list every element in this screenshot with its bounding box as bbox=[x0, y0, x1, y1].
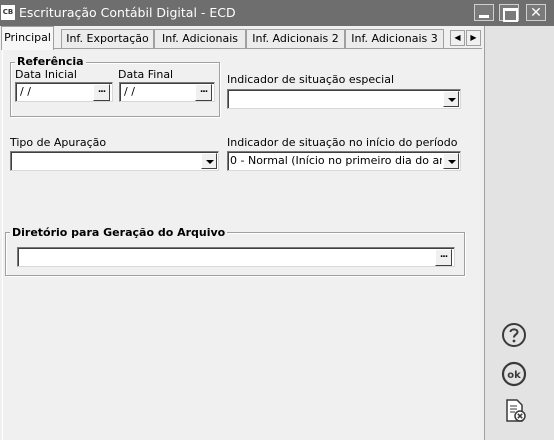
tab-principal[interactable]: Principal bbox=[1, 26, 54, 50]
indicador-especial-select[interactable] bbox=[227, 89, 461, 109]
svg-text:ok: ok bbox=[507, 370, 521, 381]
diretorio-legend: Diretório para Geração do Arquivo bbox=[10, 226, 228, 239]
data-final-field[interactable]: / / ... bbox=[119, 82, 215, 102]
data-inicial-picker-button[interactable]: ... bbox=[93, 84, 110, 101]
chevron-down-icon[interactable] bbox=[443, 91, 459, 107]
referencia-legend: Referência bbox=[15, 55, 86, 68]
minimize-button[interactable] bbox=[474, 4, 494, 21]
diretorio-browse-button[interactable]: ... bbox=[435, 249, 452, 266]
chevron-down-icon[interactable] bbox=[201, 153, 217, 169]
chevron-down-icon[interactable] bbox=[443, 153, 459, 169]
tab-inf-adicionais[interactable]: Inf. Adicionais bbox=[154, 29, 246, 49]
tab-inf-exportacao[interactable]: Inf. Exportação bbox=[61, 29, 154, 49]
data-inicial-value: / / bbox=[20, 85, 31, 98]
tipo-apuracao-select[interactable] bbox=[10, 151, 219, 171]
chevron-right-icon: ▶ bbox=[470, 33, 477, 42]
ok-icon[interactable]: ok bbox=[501, 361, 527, 387]
indicador-especial-label: Indicador de situação especial bbox=[227, 73, 394, 86]
data-final-picker-button[interactable]: ... bbox=[195, 84, 212, 101]
indicador-inicio-label: Indicador de situação no início do perío… bbox=[227, 136, 458, 149]
tipo-apuracao-label: Tipo de Apuração bbox=[10, 136, 107, 149]
window-title: Escrituração Contábil Digital - ECD bbox=[19, 5, 236, 20]
tab-inf-adicionais-2[interactable]: Inf. Adicionais 2 bbox=[246, 29, 345, 49]
close-icon: ✕ bbox=[530, 5, 542, 21]
tab-scroll-right-button[interactable]: ▶ bbox=[466, 30, 481, 46]
window: CB Escrituração Contábil Digital - ECD ✕… bbox=[0, 0, 554, 440]
cancel-document-icon[interactable] bbox=[502, 398, 528, 424]
close-button[interactable]: ✕ bbox=[526, 4, 546, 21]
tab-scroll-left-button[interactable]: ◀ bbox=[450, 30, 465, 46]
data-final-label: Data Final bbox=[118, 68, 174, 81]
app-icon: CB bbox=[1, 5, 15, 20]
tab-strip: Inf. Exportação Inf. Adicionais Inf. Adi… bbox=[0, 26, 484, 50]
maximize-button[interactable] bbox=[499, 4, 519, 22]
chevron-left-icon: ◀ bbox=[454, 33, 461, 42]
tab-inf-adicionais-3[interactable]: Inf. Adicionais 3 bbox=[345, 29, 444, 49]
data-final-value: / / bbox=[124, 85, 135, 98]
indicador-inicio-value: 0 - Normal (Início no primeiro dia do an… bbox=[230, 154, 442, 167]
title-bar[interactable]: CB Escrituração Contábil Digital - ECD ✕ bbox=[0, 0, 554, 26]
indicador-inicio-select[interactable]: 0 - Normal (Início no primeiro dia do an… bbox=[227, 151, 461, 171]
data-inicial-label: Data Inicial bbox=[15, 68, 77, 81]
data-inicial-field[interactable]: / / ... bbox=[15, 82, 113, 102]
diretorio-field[interactable]: ... bbox=[17, 247, 455, 267]
help-icon[interactable] bbox=[501, 322, 527, 348]
